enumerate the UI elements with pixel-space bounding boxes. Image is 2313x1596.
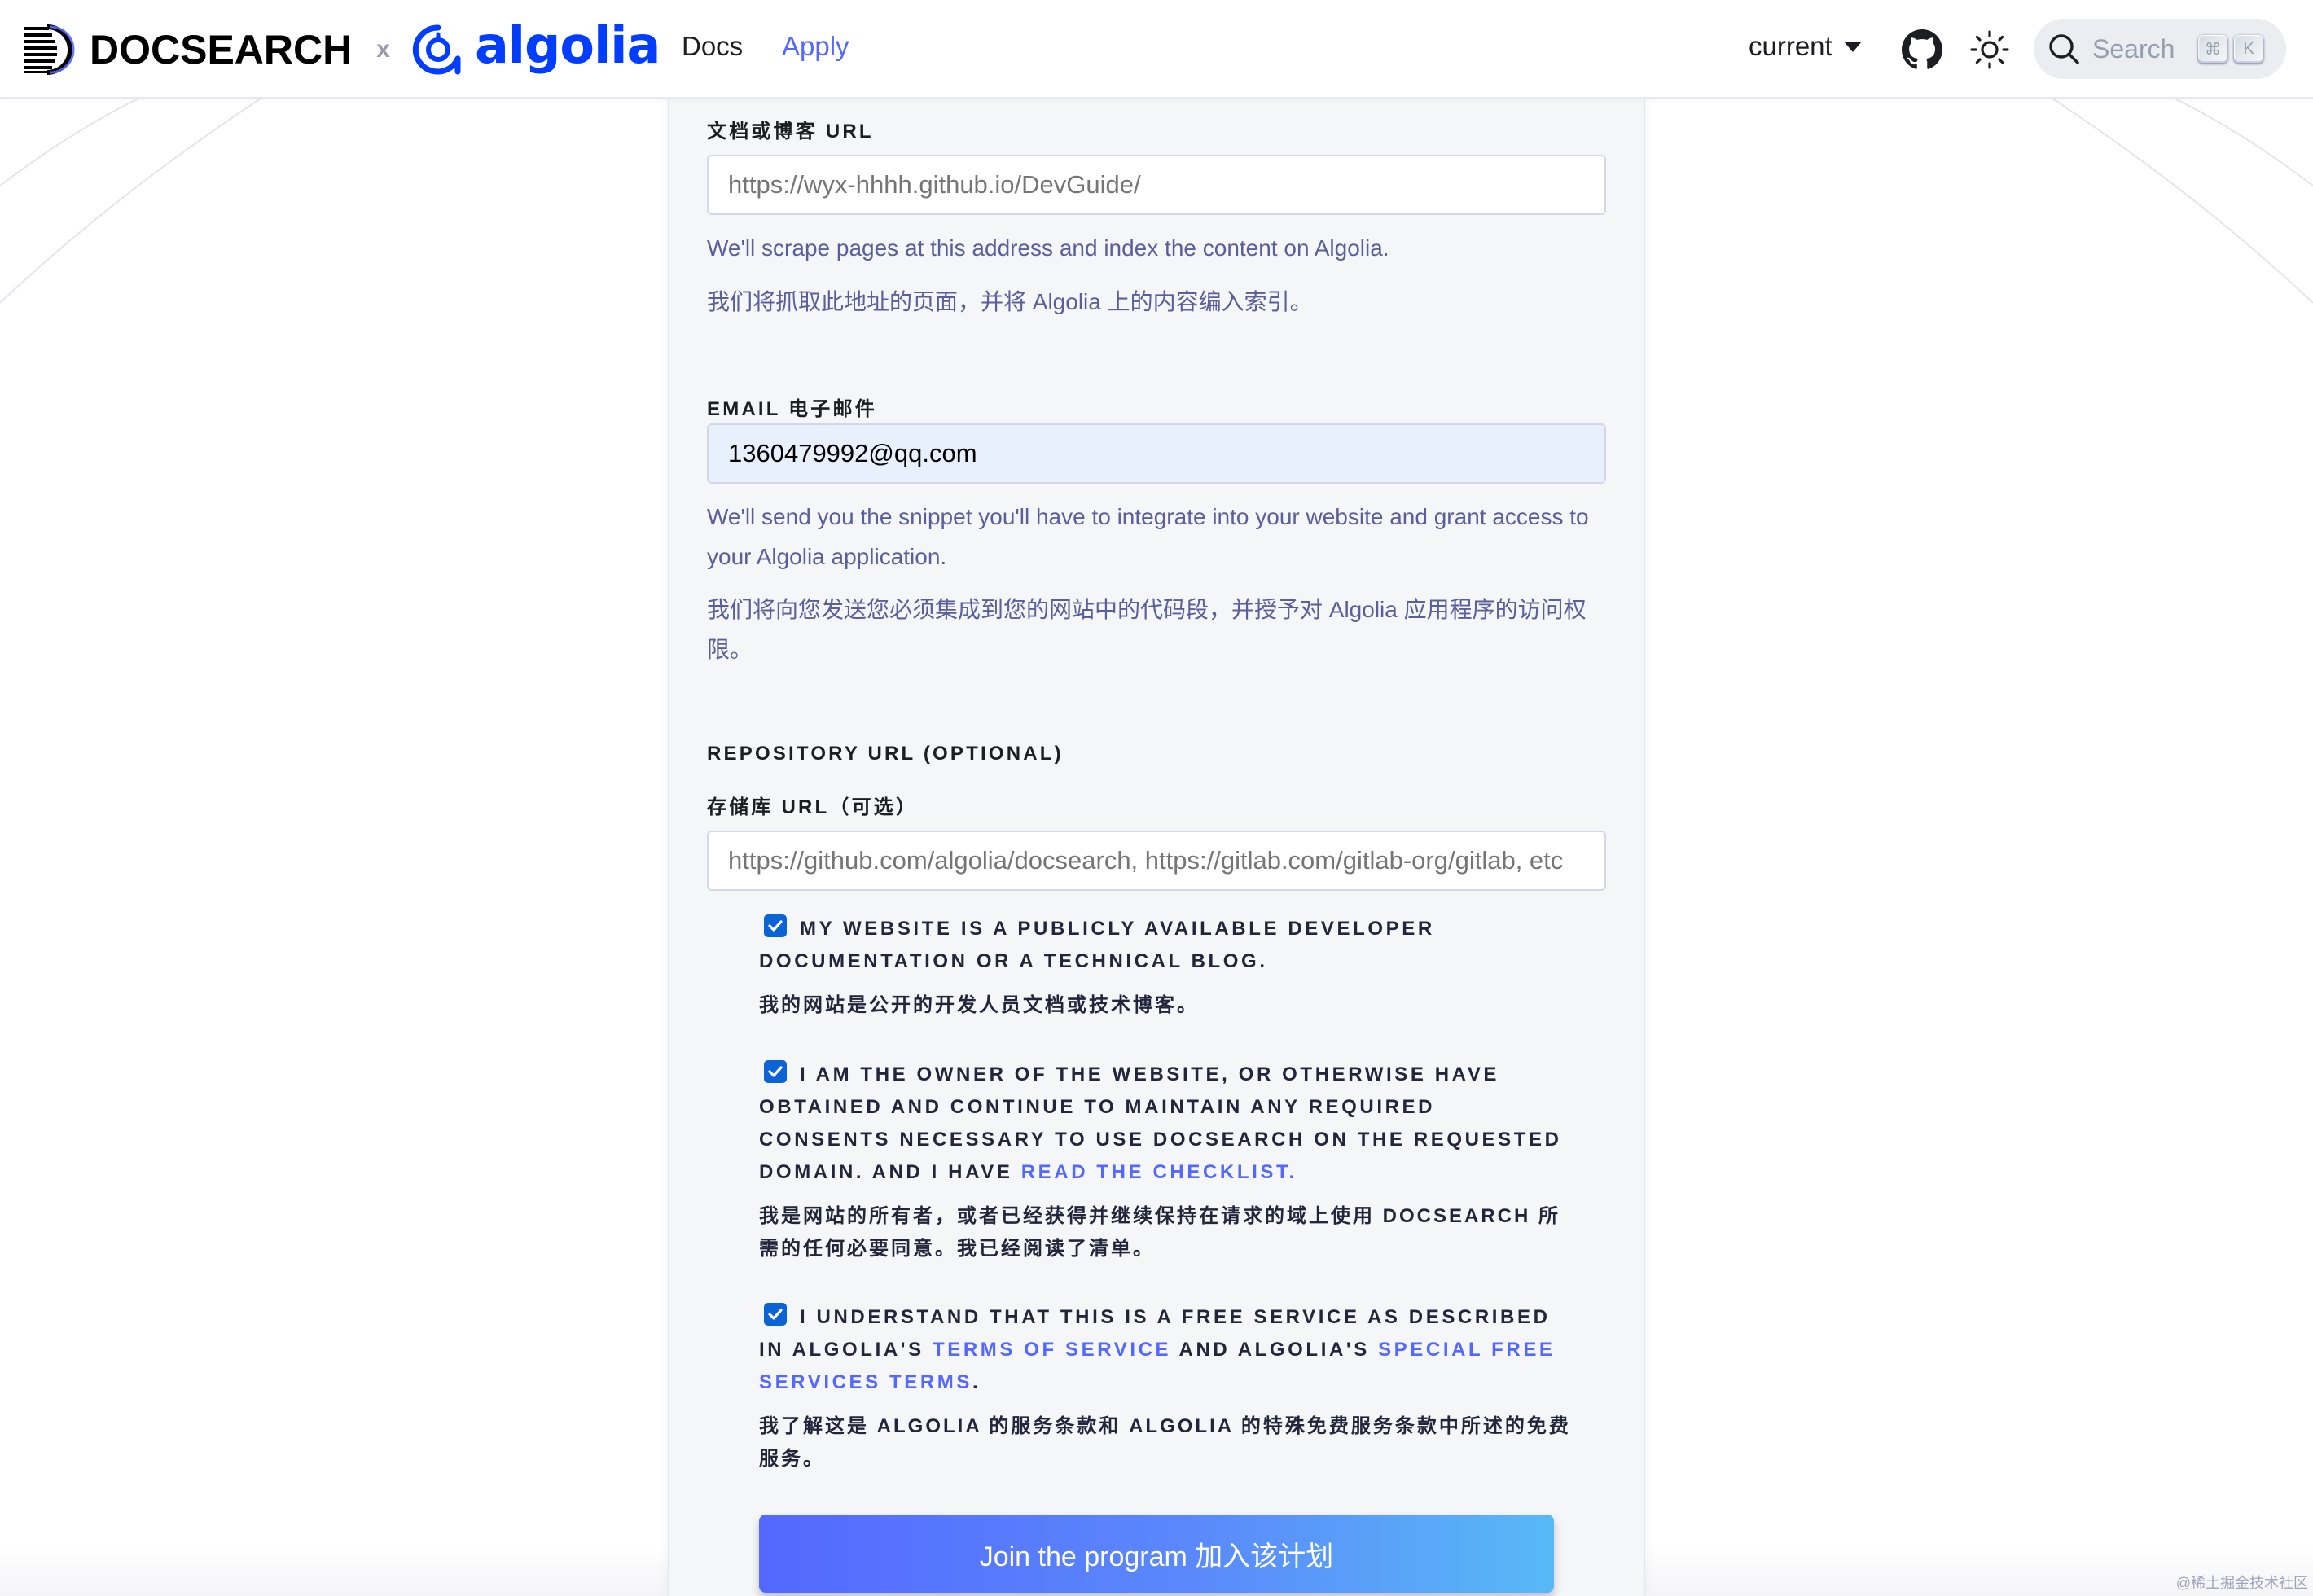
repo-field-label-cn: 存储库 URL（可选） (707, 796, 919, 818)
top-navbar: DOCSEARCH x algolia Docs Apply current S… (0, 0, 2313, 99)
search-placeholder: Search (2092, 33, 2175, 64)
github-icon[interactable] (1902, 29, 1942, 70)
owner-consent-check-text: I am the owner of the website, or otherw… (759, 1059, 1573, 1189)
free-service-text-mid: and Algolia's (1171, 1339, 1379, 1361)
watermark-text: @稀土掘金技术社区 (2175, 1575, 2308, 1591)
repo-field-label-en: REPOSITORY URL (OPTIONAL) (707, 743, 1064, 765)
public-docs-check-label[interactable]: My website is a publicly available devel… (759, 913, 1573, 1022)
algolia-logo-icon (412, 24, 461, 75)
kbd-k: K (2234, 35, 2263, 63)
owner-consent-check-cn: 我是网站的所有者，或者已经获得并继续保持在请求的域上使用 DOCSEARCH 所… (759, 1205, 1561, 1260)
terms-of-service-link[interactable]: Terms of Service (933, 1339, 1171, 1361)
docsearch-logo-icon (24, 24, 75, 75)
read-checklist-link[interactable]: read the checklist. (1021, 1161, 1297, 1183)
free-service-check-cn: 我了解这是 ALGOLIA 的服务条款和 ALGOLIA 的特殊免费服务条款中所… (759, 1415, 1571, 1470)
email-field[interactable]: 1360479992@qq.com (707, 423, 1606, 484)
email-field-label: EMAIL 电子邮件 (707, 398, 877, 420)
search-icon (2049, 34, 2079, 64)
caret-down-icon (1843, 41, 1862, 52)
url-field-label: 文档或博客 URL (707, 121, 874, 142)
nav-link-docs[interactable]: Docs (682, 31, 743, 62)
search-button[interactable]: Search ⌘ K (2034, 19, 2286, 79)
join-program-button[interactable]: Join the program 加入该计划 (759, 1515, 1554, 1593)
algolia-wordmark: algolia (474, 15, 661, 75)
url-help-cn: 我们将抓取此地址的页面，并将 Algolia 上的内容编入索引。 (707, 289, 1313, 314)
brand-separator-x: x (376, 36, 390, 63)
url-help-en: We'll scrape pages at this address and i… (707, 235, 1389, 261)
public-docs-check-text: My website is a publicly available devel… (759, 918, 1435, 972)
kbd-command: ⌘ (2198, 35, 2227, 63)
free-service-check-label[interactable]: I understand that this is a free service… (759, 1301, 1573, 1475)
repository-url-input[interactable] (707, 831, 1606, 891)
docsearch-wordmark: DOCSEARCH (90, 27, 353, 72)
owner-consent-check-label[interactable]: I am the owner of the website, or otherw… (759, 1059, 1573, 1265)
version-dropdown[interactable]: current (1749, 31, 1862, 62)
sun-theme-toggle-icon[interactable] (1969, 29, 2010, 70)
public-docs-check-cn: 我的网站是公开的开发人员文档或技术博客。 (759, 994, 1199, 1016)
brand-logo-link[interactable]: DOCSEARCH x algolia (23, 15, 661, 78)
free-service-text-end: . (972, 1371, 981, 1393)
free-service-check-text: I understand that this is a free service… (759, 1301, 1573, 1399)
email-help-cn: 我们将向您发送您必须集成到您的网站中的代码段，并授予对 Algolia 应用程序… (707, 597, 1587, 662)
docs-url-input[interactable] (707, 155, 1606, 215)
version-label: current (1749, 31, 1832, 61)
search-shortcut: ⌘ K (2198, 35, 2263, 63)
nav-link-apply[interactable]: Apply (782, 31, 849, 62)
email-help-en: We'll send you the snippet you'll have t… (707, 504, 1589, 569)
